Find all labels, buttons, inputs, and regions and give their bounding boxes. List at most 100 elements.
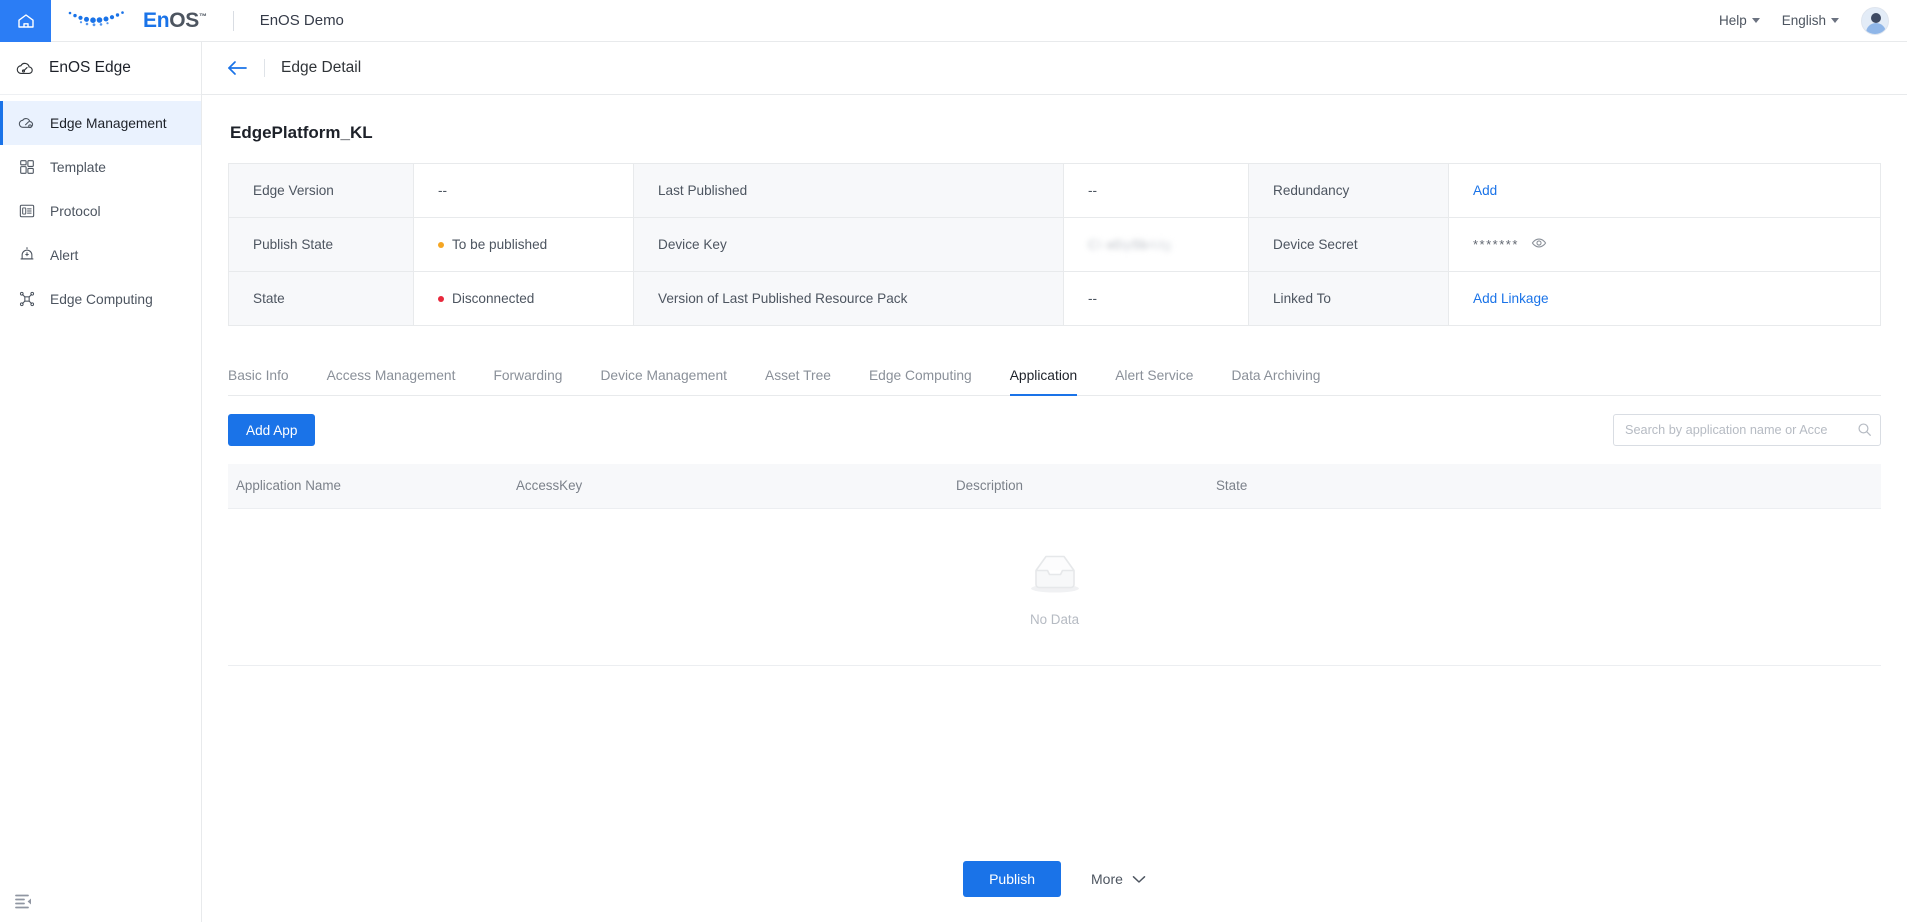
tab-edge-computing[interactable]: Edge Computing xyxy=(869,358,972,395)
sidebar-item-alert[interactable]: Alert xyxy=(0,233,201,277)
publish-state-text: To be published xyxy=(452,237,547,252)
info-value: -- xyxy=(1064,272,1249,326)
header-divider xyxy=(264,59,265,77)
avatar-body xyxy=(1866,23,1886,34)
tab-asset-tree[interactable]: Asset Tree xyxy=(765,358,831,395)
tab-application[interactable]: Application xyxy=(1010,358,1078,395)
status-dot-icon xyxy=(438,242,444,248)
edge-info-table: Edge Version -- Last Published -- Redund… xyxy=(228,163,1881,326)
home-button[interactable] xyxy=(0,0,51,42)
sidebar-item-template[interactable]: Template xyxy=(0,145,201,189)
publish-button[interactable]: Publish xyxy=(963,861,1061,897)
tab-forwarding[interactable]: Forwarding xyxy=(493,358,562,395)
info-label: Device Key xyxy=(634,218,1064,272)
tab-alert-service[interactable]: Alert Service xyxy=(1115,358,1193,395)
home-icon xyxy=(16,11,36,31)
alert-icon xyxy=(17,246,36,265)
table-row: Edge Version -- Last Published -- Redund… xyxy=(229,164,1881,218)
state-text: Disconnected xyxy=(452,291,534,306)
empty-state-label: No Data xyxy=(1030,612,1079,627)
help-menu[interactable]: Help xyxy=(1719,13,1760,28)
status-dot-icon xyxy=(438,296,444,302)
column-header-description[interactable]: Description xyxy=(948,464,1208,508)
application-table: Application Name AccessKey Description S… xyxy=(228,464,1881,666)
column-header-state[interactable]: State xyxy=(1208,464,1881,508)
sidebar-item-label: Template xyxy=(50,160,106,175)
tab-basic-info[interactable]: Basic Info xyxy=(228,358,289,395)
avatar[interactable] xyxy=(1861,7,1889,35)
info-label: Device Secret xyxy=(1249,218,1449,272)
brand-tm: ™ xyxy=(199,12,207,21)
chevron-down-icon xyxy=(1132,871,1146,887)
device-secret-value: ******* xyxy=(1473,237,1519,252)
content-panel: EdgePlatform_KL Edge Version -- Last Pub… xyxy=(202,95,1907,922)
column-header-application-name[interactable]: Application Name xyxy=(228,464,508,508)
empty-box-icon xyxy=(1024,549,1086,600)
tab-data-archiving[interactable]: Data Archiving xyxy=(1231,358,1320,395)
collapse-sidebar-icon[interactable] xyxy=(14,892,36,912)
avatar-head xyxy=(1871,13,1881,23)
info-label: Last Published xyxy=(634,164,1064,218)
more-button[interactable]: More xyxy=(1091,871,1146,887)
enos-edge-icon xyxy=(16,59,35,78)
language-menu[interactable]: English xyxy=(1782,13,1839,28)
sidebar-item-label: Alert xyxy=(50,248,78,263)
brand-divider xyxy=(233,11,234,31)
info-label: Publish State xyxy=(229,218,414,272)
tab-access-management[interactable]: Access Management xyxy=(327,358,456,395)
template-icon xyxy=(17,158,36,177)
sidebar: EnOS Edge Edge Management xyxy=(0,42,202,922)
brand-en: En xyxy=(143,9,169,32)
brand-wordmark: EnOS™ xyxy=(143,10,207,31)
tab-device-management[interactable]: Device Management xyxy=(600,358,727,395)
info-label: Redundancy xyxy=(1249,164,1449,218)
info-label: State xyxy=(229,272,414,326)
help-label: Help xyxy=(1719,13,1747,28)
entity-name: EdgePlatform_KL xyxy=(228,95,1881,163)
search-icon[interactable] xyxy=(1857,422,1872,442)
empty-state-row: No Data xyxy=(228,508,1881,666)
protocol-icon xyxy=(17,202,36,221)
add-linkage-link[interactable]: Add Linkage xyxy=(1473,291,1549,306)
search-input[interactable] xyxy=(1613,414,1881,446)
sidebar-menu: Edge Management Template xyxy=(0,95,201,321)
sidebar-item-edge-management[interactable]: Edge Management xyxy=(0,101,201,145)
eye-icon[interactable] xyxy=(1531,235,1547,254)
sidebar-item-edge-computing[interactable]: Edge Computing xyxy=(0,277,201,321)
brand-os: OS xyxy=(169,9,199,32)
empty-state: No Data xyxy=(228,509,1881,666)
edge-management-icon xyxy=(17,114,36,133)
back-arrow-icon[interactable] xyxy=(226,57,248,79)
table-row: State Disconnected Version of Last Publi… xyxy=(229,272,1881,326)
search-box xyxy=(1613,414,1881,446)
info-label: Linked To xyxy=(1249,272,1449,326)
enos-swoosh-logo xyxy=(65,6,133,35)
brand: EnOS™ EnOS Demo xyxy=(51,6,344,35)
language-label: English xyxy=(1782,13,1826,28)
page-title: Edge Detail xyxy=(281,59,361,77)
table-row: Publish State To be published Device Key… xyxy=(229,218,1881,272)
main-region: Edge Detail EdgePlatform_KL Edge Version… xyxy=(202,42,1907,922)
app-title: EnOS Demo xyxy=(260,12,344,29)
chevron-down-icon xyxy=(1831,18,1839,23)
info-value: -- xyxy=(1064,164,1249,218)
more-label: More xyxy=(1091,871,1123,887)
add-app-button[interactable]: Add App xyxy=(228,414,315,446)
device-secret-group: ******* xyxy=(1473,235,1547,254)
column-header-accesskey[interactable]: AccessKey xyxy=(508,464,948,508)
info-label: Edge Version xyxy=(229,164,414,218)
edge-computing-icon xyxy=(17,290,36,309)
sidebar-header: EnOS Edge xyxy=(0,42,201,95)
toolbar: Add App xyxy=(228,414,1881,446)
add-redundancy-link[interactable]: Add xyxy=(1473,183,1497,198)
info-value: CI-x0ip5b4dg xyxy=(1064,218,1249,272)
info-value: ******* xyxy=(1449,218,1881,272)
top-bar: EnOS™ EnOS Demo Help English xyxy=(0,0,1907,42)
info-value: -- xyxy=(414,164,634,218)
top-bar-right: Help English xyxy=(1719,7,1907,35)
info-value: Add Linkage xyxy=(1449,272,1881,326)
sidebar-item-label: Edge Management xyxy=(50,116,167,131)
info-label: Version of Last Published Resource Pack xyxy=(634,272,1064,326)
footer-actions: Publish More xyxy=(228,861,1881,922)
sidebar-item-protocol[interactable]: Protocol xyxy=(0,189,201,233)
